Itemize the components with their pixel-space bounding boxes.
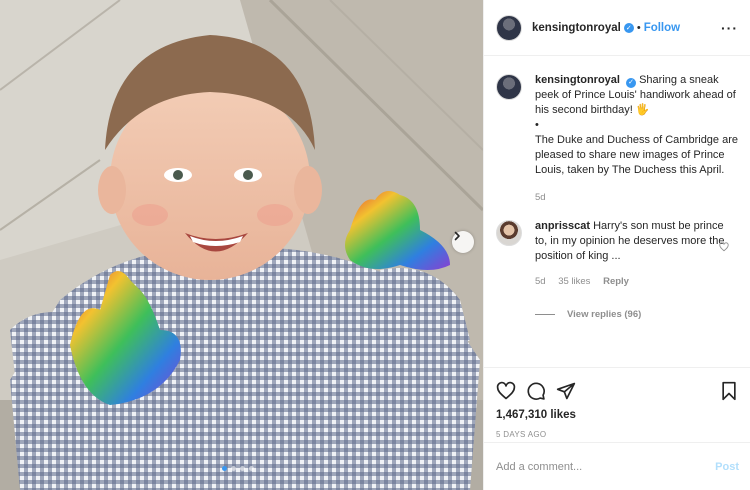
post-comment-button[interactable]: Post [715, 461, 739, 473]
caption: kensingtonroyal ✓ Sharing a sneak peek o… [496, 73, 739, 205]
heart-icon[interactable] [496, 381, 516, 401]
verified-badge-icon: ✓ [623, 22, 634, 33]
carousel-indicator [222, 466, 254, 471]
caption-avatar[interactable] [496, 74, 522, 100]
post-actions: 1,467,310 likes 5 DAYS AGO [484, 367, 750, 442]
post-photo[interactable] [0, 0, 483, 490]
reply-button[interactable]: Reply [603, 276, 629, 287]
replies-divider [535, 314, 555, 315]
post-header: kensingtonroyal ✓ • Follow ··· [484, 0, 750, 56]
caption-age: 5d [535, 192, 546, 203]
post-panel: kensingtonroyal ✓ • Follow ··· kensingto… [483, 0, 750, 490]
view-replies-label: View replies (96) [567, 309, 642, 320]
carousel-dot [249, 466, 254, 471]
carousel-next-button[interactable] [452, 231, 474, 253]
caption-username[interactable]: kensingtonroyal [535, 74, 620, 86]
carousel-dot-active [222, 466, 227, 471]
header-separator: • [636, 21, 641, 34]
like-count[interactable]: 1,467,310 likes [496, 409, 739, 421]
carousel-dot [240, 466, 245, 471]
comment-age: 5d [535, 276, 546, 287]
comment: anprisscat Harry's son must be prince to… [496, 219, 739, 322]
comment-like-heart-icon[interactable] [719, 242, 729, 252]
comment-likes[interactable]: 35 likes [558, 276, 590, 287]
bookmark-icon[interactable] [719, 381, 739, 401]
author-username[interactable]: kensingtonroyal [532, 22, 621, 34]
comments-section[interactable]: kensingtonroyal ✓ Sharing a sneak peek o… [484, 57, 750, 367]
follow-button[interactable]: Follow [644, 22, 680, 34]
add-comment-input[interactable] [496, 460, 716, 473]
post-timestamp: 5 DAYS AGO [496, 430, 547, 439]
photo-illustration [0, 0, 483, 490]
caption-text-line2: The Duke and Duchess of Cambridge are pl… [535, 134, 738, 176]
carousel-dot [231, 466, 236, 471]
comment-icon[interactable] [526, 381, 546, 401]
comment-composer: Post [484, 442, 750, 490]
more-options-icon[interactable]: ··· [721, 20, 738, 36]
commenter-avatar[interactable] [496, 220, 522, 246]
share-icon[interactable] [556, 381, 576, 401]
commenter-username[interactable]: anprisscat [535, 220, 590, 232]
caption-bullet: • [535, 119, 539, 131]
author-avatar[interactable] [496, 14, 522, 41]
verified-badge-icon: ✓ [626, 77, 637, 88]
view-replies-button[interactable]: View replies (96) [535, 307, 725, 322]
